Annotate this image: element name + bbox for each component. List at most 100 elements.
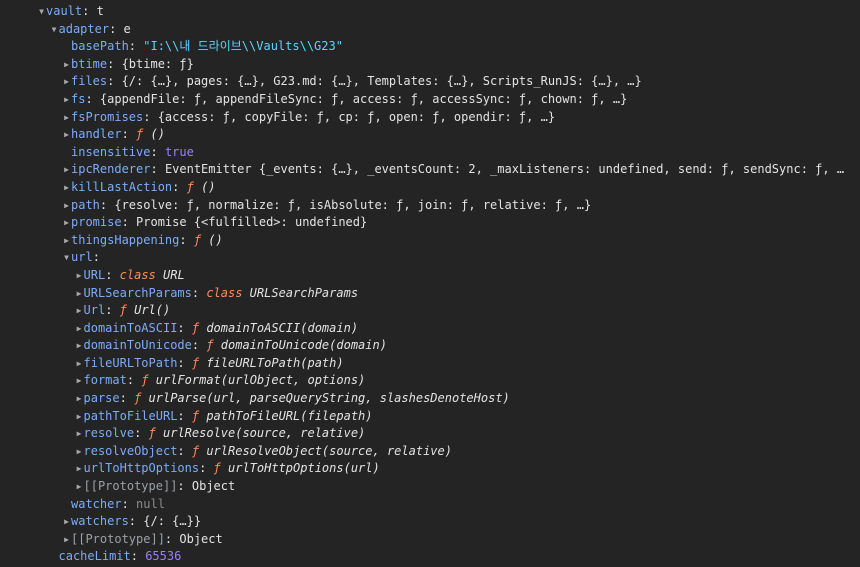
- property-key[interactable]: promise: [71, 215, 122, 229]
- property-key[interactable]: fileURLToPath: [84, 356, 178, 370]
- collapsed-triangle-icon[interactable]: ▶: [62, 513, 71, 531]
- tree-row[interactable]: ▶ watchers: {/: {…}}: [0, 513, 860, 531]
- collapsed-triangle-icon[interactable]: ▶: [62, 56, 71, 74]
- property-value: Object: [179, 531, 223, 546]
- collapsed-triangle-icon[interactable]: ▶: [75, 302, 84, 320]
- collapsed-triangle-icon[interactable]: ▶: [62, 109, 71, 127]
- collapsed-triangle-icon[interactable]: ▶: [75, 390, 84, 408]
- property-key[interactable]: insensitive: [71, 145, 150, 159]
- property-key[interactable]: vault: [46, 4, 82, 18]
- collapsed-triangle-icon[interactable]: ▶: [75, 425, 84, 443]
- property-key[interactable]: thingsHappening: [71, 233, 179, 247]
- tree-row[interactable]: ▶ fileURLToPath: ƒ fileURLToPath(path): [0, 355, 860, 373]
- tree-row[interactable]: ▶ resolve: ƒ urlResolve(source, relative): [0, 425, 860, 443]
- tree-row[interactable]: ▼ adapter: e: [0, 21, 860, 39]
- property-value: EventEmitter {_events: {…}, _eventsCount…: [164, 162, 845, 177]
- tree-row[interactable]: ▶ pathToFileURL: ƒ pathToFileURL(filepath…: [0, 408, 860, 426]
- property-key[interactable]: urlToHttpOptions: [84, 461, 200, 475]
- expanded-triangle-icon[interactable]: ▼: [62, 249, 71, 267]
- tree-row[interactable]: ▶ urlToHttpOptions: ƒ urlToHttpOptions(ur…: [0, 460, 860, 478]
- function-signature: pathToFileURL(filepath): [199, 408, 373, 423]
- key-separator: :: [177, 443, 192, 458]
- property-key[interactable]: watcher: [71, 497, 122, 511]
- tree-row[interactable]: ▶ fsPromises: {access: ƒ, copyFile: ƒ, cp…: [0, 109, 860, 127]
- collapsed-triangle-icon[interactable]: ▶: [62, 531, 71, 549]
- tree-row[interactable]: ▶ fs: {appendFile: ƒ, appendFileSync: ƒ, …: [0, 91, 860, 109]
- key-separator: :: [82, 4, 97, 18]
- property-key[interactable]: basePath: [71, 39, 129, 53]
- property-key[interactable]: files: [71, 74, 107, 88]
- expanded-triangle-icon[interactable]: ▼: [50, 21, 59, 39]
- property-key[interactable]: fs: [71, 92, 85, 106]
- tree-row[interactable]: ▶ resolveObject: ƒ urlResolveObject(sourc…: [0, 443, 860, 461]
- collapsed-triangle-icon[interactable]: ▶: [75, 372, 84, 390]
- collapsed-triangle-icon[interactable]: ▶: [75, 460, 84, 478]
- property-key[interactable]: killLastAction: [71, 180, 172, 194]
- tree-row[interactable]: ▶ killLastAction: ƒ (): [0, 179, 860, 197]
- property-value: e: [123, 21, 131, 36]
- tree-row[interactable]: ▼ url:: [0, 249, 860, 267]
- property-key[interactable]: resolve: [84, 426, 135, 440]
- property-key[interactable]: domainToUnicode: [84, 338, 192, 352]
- collapsed-triangle-icon[interactable]: ▶: [75, 267, 84, 285]
- collapsed-triangle-icon[interactable]: ▶: [62, 73, 71, 91]
- collapsed-triangle-icon[interactable]: ▶: [62, 126, 71, 144]
- collapsed-triangle-icon[interactable]: ▶: [62, 91, 71, 109]
- tree-row[interactable]: ▶ URLSearchParams: class URLSearchParams: [0, 285, 860, 303]
- tree-row[interactable]: ▶ URL: class URL: [0, 267, 860, 285]
- tree-row[interactable]: ▶ files: {/: {…}, pages: {…}, G23.md: {…}…: [0, 73, 860, 91]
- property-key[interactable]: URL: [84, 268, 106, 282]
- tree-row[interactable]: ▶ Url: ƒ Url(): [0, 302, 860, 320]
- property-key[interactable]: pathToFileURL: [84, 409, 178, 423]
- tree-row[interactable]: ▼ vault: t: [0, 3, 860, 21]
- property-key[interactable]: resolveObject: [84, 444, 178, 458]
- property-key[interactable]: Url: [84, 303, 106, 317]
- collapsed-triangle-icon[interactable]: ▶: [75, 337, 84, 355]
- expanded-triangle-icon[interactable]: ▼: [37, 3, 46, 21]
- collapsed-triangle-icon[interactable]: ▶: [75, 408, 84, 426]
- collapsed-triangle-icon[interactable]: ▶: [62, 161, 71, 179]
- property-value: {access: ƒ, copyFile: ƒ, cp: ƒ, open: ƒ,…: [157, 109, 556, 124]
- tree-row[interactable]: ▶ btime: {btime: ƒ}: [0, 56, 860, 74]
- collapsed-triangle-icon[interactable]: ▶: [75, 285, 84, 303]
- collapsed-triangle-icon[interactable]: ▶: [62, 232, 71, 250]
- property-key[interactable]: domainToASCII: [84, 321, 178, 335]
- tree-row[interactable]: ▶ domainToASCII: ƒ domainToASCII(domain): [0, 320, 860, 338]
- key-separator: :: [119, 391, 135, 406]
- tree-row[interactable]: ▶ [[Prototype]]: Object: [0, 531, 860, 549]
- property-key[interactable]: url: [71, 250, 93, 264]
- tree-row[interactable]: ▶ domainToUnicode: ƒ domainToUnicode(doma…: [0, 337, 860, 355]
- property-key[interactable]: parse: [84, 391, 120, 405]
- property-key[interactable]: URLSearchParams: [84, 286, 192, 300]
- collapsed-triangle-icon[interactable]: ▶: [75, 320, 84, 338]
- tree-row[interactable]: ▶ format: ƒ urlFormat(urlObject, options): [0, 372, 860, 390]
- collapsed-triangle-icon[interactable]: ▶: [75, 355, 84, 373]
- key-separator: :: [126, 373, 142, 388]
- tree-row[interactable]: ▶ thingsHappening: ƒ (): [0, 232, 860, 250]
- collapsed-triangle-icon[interactable]: ▶: [75, 443, 84, 461]
- property-key[interactable]: watchers: [71, 514, 129, 528]
- tree-row[interactable]: ▶ path: {resolve: ƒ, normalize: ƒ, isAbso…: [0, 197, 860, 215]
- property-key[interactable]: [[Prototype]]: [71, 532, 165, 546]
- tree-row[interactable]: ▶ parse: ƒ urlParse(url, parseQueryString…: [0, 390, 860, 408]
- tree-row[interactable]: ▶ promise: Promise {<fulfilled>: undefine…: [0, 214, 860, 232]
- property-key[interactable]: handler: [71, 127, 122, 141]
- collapsed-triangle-icon[interactable]: ▶: [62, 179, 71, 197]
- key-separator: :: [177, 320, 192, 335]
- property-key[interactable]: path: [71, 198, 100, 212]
- tree-row[interactable]: ▶ handler: ƒ (): [0, 126, 860, 144]
- property-key[interactable]: cacheLimit: [59, 549, 131, 563]
- property-key[interactable]: fsPromises: [71, 110, 143, 124]
- tree-row[interactable]: ▶ [[Prototype]]: Object: [0, 478, 860, 496]
- property-key[interactable]: ipcRenderer: [71, 162, 150, 176]
- collapsed-triangle-icon[interactable]: ▶: [62, 197, 71, 215]
- property-key[interactable]: btime: [71, 57, 107, 71]
- collapsed-triangle-icon[interactable]: ▶: [75, 478, 84, 496]
- collapsed-triangle-icon[interactable]: ▶: [62, 214, 71, 232]
- tree-row[interactable]: ▶ ipcRenderer: EventEmitter {_events: {…}…: [0, 161, 860, 179]
- tree-row: basePath: "I:\\내 드라이브\\Vaults\\G23": [0, 38, 860, 56]
- property-key[interactable]: [[Prototype]]: [84, 479, 178, 493]
- property-key[interactable]: adapter: [59, 22, 110, 36]
- property-key[interactable]: format: [84, 373, 127, 387]
- key-separator: :: [199, 461, 214, 476]
